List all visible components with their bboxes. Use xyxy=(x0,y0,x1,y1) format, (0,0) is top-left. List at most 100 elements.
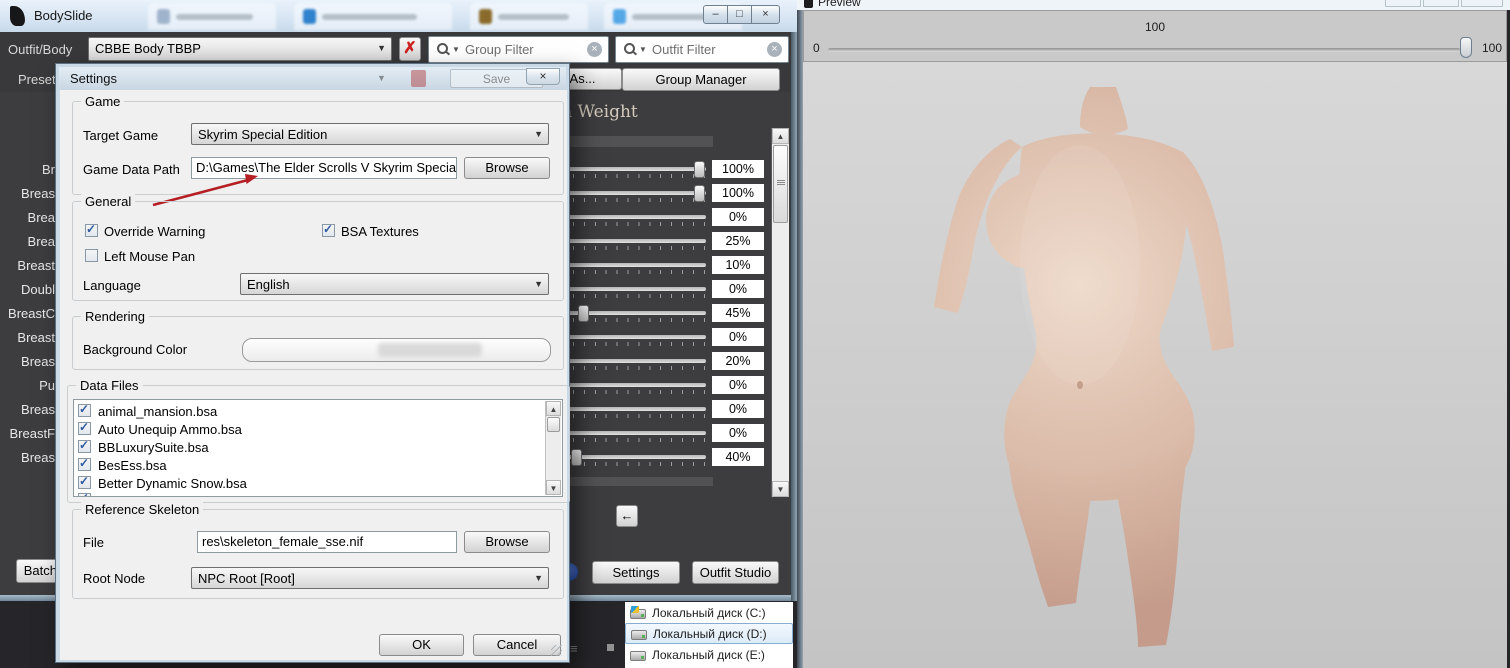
scroll-up-icon[interactable]: ▲ xyxy=(546,401,561,416)
left-mouse-pan-checkbox[interactable]: ✓ xyxy=(85,249,98,262)
rendering-group-legend: Rendering xyxy=(81,309,149,324)
slider-value-box[interactable]: 40% xyxy=(712,448,764,466)
maximize-button[interactable] xyxy=(1423,0,1459,7)
data-file-item[interactable]: ✓ BBLuxurySuite.bsa xyxy=(74,438,545,456)
skeleton-file-input[interactable]: res\skeleton_female_sse.nif xyxy=(197,531,457,553)
cancel-button[interactable]: Cancel xyxy=(473,634,561,656)
drive-icon xyxy=(630,649,646,661)
slider-label: Brea xyxy=(0,234,55,249)
slider-track[interactable] xyxy=(568,455,706,459)
slider-handle[interactable] xyxy=(694,161,705,178)
file-checkbox[interactable]: ✓ xyxy=(78,422,91,435)
slider-track[interactable] xyxy=(568,335,706,339)
ok-button[interactable]: OK xyxy=(379,634,464,656)
preview-title: Preview xyxy=(818,0,861,9)
slider-handle[interactable] xyxy=(571,449,582,466)
close-button[interactable] xyxy=(1461,0,1503,7)
data-file-item[interactable]: ✓ Auto Unequip Ammo.bsa xyxy=(74,420,545,438)
root-node-combo[interactable]: NPC Root [Root] ▼ xyxy=(191,567,549,589)
slider-track[interactable] xyxy=(568,167,706,171)
resize-grip[interactable] xyxy=(551,645,562,656)
slider-value-box[interactable]: 25% xyxy=(712,232,764,250)
delete-outfit-button[interactable]: ✗ xyxy=(399,37,421,61)
slider-scrollbar[interactable]: ▲ ▼ xyxy=(771,128,789,497)
clear-icon[interactable]: × xyxy=(587,42,602,57)
slider-value-box[interactable]: 0% xyxy=(712,328,764,346)
background-color-button[interactable] xyxy=(242,338,551,362)
file-checkbox[interactable]: ✓ xyxy=(78,476,91,489)
slider-track[interactable] xyxy=(568,359,706,363)
slider-track[interactable] xyxy=(568,383,706,387)
scroll-up-icon[interactable]: ▲ xyxy=(772,128,789,144)
override-warning-checkbox[interactable]: ✓ xyxy=(85,224,98,237)
slider-value-box[interactable]: 45% xyxy=(712,304,764,322)
slider-track[interactable] xyxy=(568,239,706,243)
file-checkbox[interactable]: ✓ xyxy=(78,458,91,471)
weight-slider-handle[interactable] xyxy=(1460,37,1472,58)
scroll-down-icon[interactable]: ▼ xyxy=(546,480,561,495)
bodyslide-titlebar[interactable]: BodySlide – □ × xyxy=(0,0,797,33)
browser-tab xyxy=(470,3,588,30)
slider-label: Doubl xyxy=(0,282,55,297)
browse-skeleton-button[interactable]: Browse xyxy=(464,531,550,553)
scrollbar-thumb[interactable] xyxy=(773,145,788,223)
minimize-button[interactable] xyxy=(1385,0,1421,7)
outfit-studio-button[interactable]: Outfit Studio xyxy=(692,561,779,584)
slider-value-box[interactable]: 0% xyxy=(712,400,764,418)
slider-label: Breast xyxy=(0,258,55,273)
scroll-down-icon[interactable]: ▼ xyxy=(772,481,789,497)
chevron-down-icon: ▼ xyxy=(377,43,386,53)
slider-value-box[interactable]: 0% xyxy=(712,376,764,394)
preview-weight-panel: 100 0 100 xyxy=(803,10,1507,62)
slider-track[interactable] xyxy=(568,431,706,435)
slider-track[interactable] xyxy=(568,263,706,267)
bsa-textures-checkbox[interactable]: ✓ xyxy=(322,224,335,237)
browse-data-path-button[interactable]: Browse xyxy=(464,157,550,179)
slider-value-box[interactable]: 0% xyxy=(712,208,764,226)
data-files-scrollbar[interactable]: ▲ ▼ xyxy=(545,401,561,495)
chevron-down-icon: ▼ xyxy=(534,129,543,139)
preview-viewport[interactable] xyxy=(803,62,1507,668)
outfit-body-combo[interactable]: CBBE Body TBBP ▼ xyxy=(88,37,392,61)
back-arrow-button[interactable]: ← xyxy=(616,505,638,527)
weight-slider-track[interactable] xyxy=(828,48,1460,52)
slider-track[interactable] xyxy=(568,191,706,195)
scrollbar-thumb[interactable] xyxy=(547,417,560,432)
slider-track[interactable] xyxy=(568,287,706,291)
dialog-close-button[interactable]: × xyxy=(526,68,560,85)
maximize-button[interactable]: □ xyxy=(727,5,752,24)
drive-list-item[interactable]: Локальный диск (C:) xyxy=(625,602,793,623)
data-file-item[interactable]: ✓ animal_mansion.bsa xyxy=(74,402,545,420)
settings-dialog-titlebar[interactable]: Settings ▼ Save × xyxy=(59,67,566,90)
language-combo[interactable]: English ▼ xyxy=(240,273,549,295)
slider-track[interactable] xyxy=(568,407,706,411)
data-file-item[interactable]: ✓ BesEss.bsa xyxy=(74,456,545,474)
outfit-filter-box[interactable]: ▼ Outfit Filter × xyxy=(615,36,789,63)
body-model-render xyxy=(930,85,1250,660)
preview-titlebar[interactable]: Preview xyxy=(797,0,1510,10)
data-file-item[interactable]: ✓ Better Dynamic Snow.bsa xyxy=(74,474,545,492)
slider-handle[interactable] xyxy=(694,185,705,202)
settings-button[interactable]: Settings xyxy=(592,561,680,584)
group-filter-box[interactable]: ▼ Group Filter × xyxy=(428,36,609,63)
slider-value-box[interactable]: 0% xyxy=(712,280,764,298)
slider-value-box[interactable]: 100% xyxy=(712,184,764,202)
drive-list-item[interactable]: Локальный диск (E:) xyxy=(625,644,793,665)
data-files-list[interactable]: ✓ animal_mansion.bsa ✓ Auto Unequip Ammo… xyxy=(73,399,563,497)
slider-value-box[interactable]: 100% xyxy=(712,160,764,178)
drive-list-item[interactable]: Локальный диск (D:) xyxy=(625,623,793,644)
file-checkbox[interactable]: ✓ xyxy=(78,404,91,417)
minimize-button[interactable]: – xyxy=(703,5,728,24)
slider-value-box[interactable]: 0% xyxy=(712,424,764,442)
file-checkbox[interactable]: ✓ xyxy=(78,440,91,453)
slider-label: Breas xyxy=(0,186,55,201)
clear-icon[interactable]: × xyxy=(767,42,782,57)
slider-ticks xyxy=(573,414,705,418)
group-manager-button[interactable]: Group Manager xyxy=(622,68,780,91)
close-button[interactable]: × xyxy=(751,5,780,24)
target-game-combo[interactable]: Skyrim Special Edition ▼ xyxy=(191,123,549,145)
slider-value-box[interactable]: 10% xyxy=(712,256,764,274)
slider-handle[interactable] xyxy=(578,305,589,322)
slider-value-box[interactable]: 20% xyxy=(712,352,764,370)
slider-track[interactable] xyxy=(568,215,706,219)
